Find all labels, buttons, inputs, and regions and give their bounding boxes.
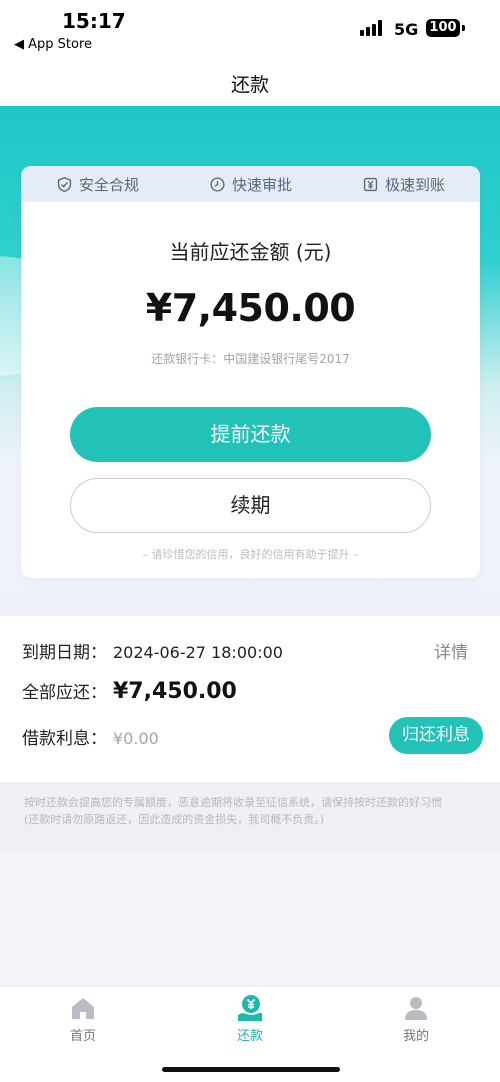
repay-icon <box>238 995 262 1021</box>
tab-label: 首页 <box>69 1029 96 1044</box>
tab-mine[interactable]: 我的 <box>376 993 456 1044</box>
repay-interest-button[interactable]: 归还利息 <box>389 717 483 754</box>
tab-label: 我的 <box>402 1029 429 1044</box>
feature-label: 快速审批 <box>231 175 292 194</box>
nav-bar: 还款 <box>0 60 500 106</box>
amount-due: ¥7,450.00 <box>145 286 356 330</box>
yuan-icon <box>363 177 378 191</box>
credit-tip: – 请珍惜您的信用，良好的信用有助于提升 – <box>142 548 359 561</box>
total-due-row: 全部应还： ¥7,450.00 <box>22 678 237 704</box>
signal-icon <box>360 20 386 36</box>
total-due-label: 全部应还： <box>22 683 107 703</box>
repayment-card: 安全合规 快速审批 极速到账 当前应还金额 (元) ¥7,450.00 还款银行… <box>21 166 480 578</box>
network-type: 5G <box>394 20 419 39</box>
home-indicator <box>162 1067 340 1072</box>
status-bar: 15:17 ◀ App Store 5G 100 <box>0 0 500 60</box>
battery-icon: 100 <box>426 19 460 37</box>
status-time: 15:17 <box>62 9 126 33</box>
battery-tip <box>462 25 465 31</box>
user-icon <box>405 997 427 1020</box>
loan-details: 到期日期： 2024-06-27 18:00:00 详情 全部应还： ¥7,45… <box>0 616 500 782</box>
home-icon <box>72 998 94 1019</box>
interest-label: 借款利息： <box>22 729 107 749</box>
interest-row: 借款利息： ¥0.00 <box>22 724 159 749</box>
tab-repay[interactable]: 还款 <box>210 993 290 1044</box>
repayment-notice: 按时还款会提高您的专属额度，恶意逾期将收录至征信系统，请保持按时还款的好习惯 (… <box>0 782 500 852</box>
page-title: 还款 <box>230 74 269 96</box>
notice-line: 按时还款会提高您的专属额度，恶意逾期将收录至征信系统，请保持按时还款的好习惯 <box>24 796 442 809</box>
clock-icon <box>210 176 225 192</box>
back-to-app-store[interactable]: ◀ App Store <box>14 37 92 52</box>
feature-fast-approval: 快速审批 <box>209 174 292 195</box>
tab-label: 还款 <box>236 1029 263 1044</box>
due-date-value: 2024-06-27 18:00:00 <box>113 643 283 662</box>
notice-line: (还款时请勿原路返还，因此造成的资金损失，我司概不负责。) <box>24 813 325 826</box>
feature-secure: 安全合规 <box>56 174 139 195</box>
total-due-value: ¥7,450.00 <box>113 679 237 704</box>
shield-check-icon <box>57 176 72 192</box>
feature-label: 极速到账 <box>384 175 445 194</box>
interest-value: ¥0.00 <box>113 729 159 748</box>
due-date-label: 到期日期： <box>22 643 107 663</box>
tab-home[interactable]: 首页 <box>43 993 123 1044</box>
feature-fast-arrival: 极速到账 <box>362 174 445 195</box>
feature-strip: 安全合规 快速审批 极速到账 <box>21 166 480 202</box>
bank-card-info: 还款银行卡：中国建设银行尾号2017 <box>151 352 350 366</box>
renew-button[interactable]: 续期 <box>70 478 431 533</box>
details-link[interactable]: 详情 <box>434 638 468 663</box>
feature-label: 安全合规 <box>78 175 139 194</box>
due-date-row: 到期日期： 2024-06-27 18:00:00 <box>22 638 283 663</box>
tab-bar: 首页 还款 我的 <box>0 986 500 1082</box>
prepay-button[interactable]: 提前还款 <box>70 407 431 462</box>
amount-title: 当前应还金额 (元) <box>169 240 332 264</box>
